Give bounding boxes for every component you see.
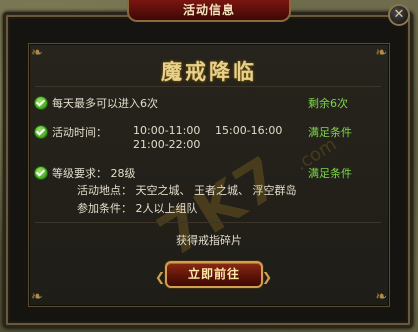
level-status: 满足条件	[308, 167, 352, 180]
divider	[35, 86, 381, 87]
event-time-slot: 15:00-16:00	[215, 124, 283, 137]
corner-ornament-icon: ❧	[375, 289, 387, 305]
window-title: 活动信息	[127, 0, 291, 22]
close-button[interactable]: ✕	[388, 4, 410, 26]
go-now-label: 立即前往	[187, 267, 240, 281]
event-panel: ❧ ❧ ❧ ❧ 7K7 .com 魔戒降临 每天最多可以进入6次 剩余6次 活动…	[28, 43, 390, 307]
button-ornament-icon: ❮	[155, 270, 167, 284]
go-now-button[interactable]: ❮ 立即前往 ❯	[155, 261, 272, 288]
corner-ornament-icon: ❧	[31, 289, 43, 305]
event-title: 魔戒降临	[161, 59, 257, 84]
entry-limit-text: 每天最多可以进入6次	[52, 97, 158, 110]
event-location: 活动地点： 天空之城、 王者之城、 浮空群岛	[77, 184, 297, 197]
check-icon	[34, 125, 48, 139]
event-time-label: 活动时间：	[52, 126, 107, 139]
event-time-slot: 10:00-11:00	[133, 124, 201, 137]
time-status: 满足条件	[308, 126, 352, 139]
button-ornament-icon: ❯	[261, 270, 273, 284]
divider	[35, 222, 381, 223]
level-requirement: 等级要求： 28级	[52, 167, 136, 180]
reward-text: 获得戒指碎片	[176, 234, 242, 247]
event-time-slot: 21:00-22:00	[133, 138, 201, 151]
remaining-count: 剩余6次	[308, 97, 348, 110]
join-condition: 参加条件： 2人以上组队	[77, 202, 198, 215]
check-icon	[34, 166, 48, 180]
check-icon	[34, 96, 48, 110]
